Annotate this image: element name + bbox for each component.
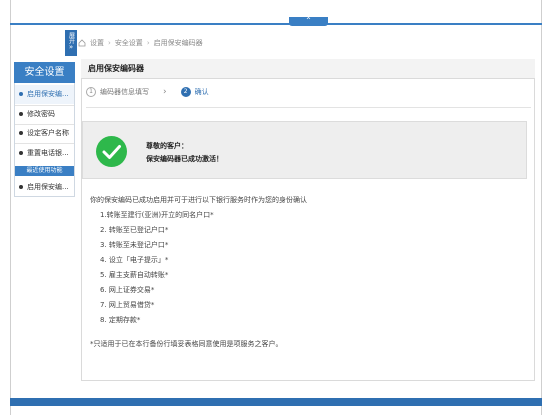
step-indicator: 1 编码器信息填写 › 2 确认 (86, 87, 209, 97)
step-2-number: 2 (180, 87, 191, 97)
sidebar-item-customer-name[interactable]: 设定客户名称 (15, 124, 74, 143)
sidebar-item-enable-token[interactable]: 启用保安编... (15, 85, 74, 104)
list-item: 2. 转账至已登记户口* (100, 226, 169, 234)
recent-item-enable-token[interactable]: 启用保安编... (15, 178, 74, 197)
sidebar-item-label: 启用保安编... (27, 90, 69, 98)
bullet-icon (19, 184, 23, 189)
chevron-right-icon: › (163, 87, 167, 97)
bullet-icon (19, 150, 23, 155)
list-item: 6. 网上证券交易* (100, 286, 155, 294)
success-text: 保安编码器已成功激活！ (146, 155, 223, 163)
service-list: 1.转账至建行(亚洲)开立的同名户口* 2. 转账至已登记户口* 3. 转账至未… (100, 208, 214, 328)
breadcrumb-separator: › (108, 39, 111, 47)
list-item: 4. 设立「电子提示」* (100, 256, 169, 264)
list-item: 3. 转账至未登记户口* (100, 241, 169, 249)
bullet-icon (19, 111, 23, 116)
list-item: 1.转账至建行(亚洲)开立的同名户口* (100, 211, 214, 219)
sidebar-title: 安全设置 (14, 62, 75, 83)
footnote-text: *只适用于已在本行备份行填妥表格同意使用是项服务之客户。 (90, 340, 283, 348)
breadcrumb-settings[interactable]: 设置 (90, 38, 104, 48)
expand-sidebar-tab[interactable]: 展开 » (65, 30, 77, 56)
home-icon[interactable] (78, 39, 86, 47)
bottom-bar (10, 398, 542, 406)
divider (86, 107, 531, 108)
collapse-top-button[interactable]: ⌃ (289, 17, 328, 26)
breadcrumb-separator: › (146, 39, 150, 47)
sidebar-item-reset-phone[interactable]: 重置电话银... (15, 144, 74, 163)
recent-item-label: 启用保安编... (27, 183, 69, 191)
chevron-up-icon: ⌃ (305, 16, 312, 25)
list-item: 7. 网上贸易借贷* (100, 301, 155, 309)
intro-text: 你的保安编码已成功启用并可于进行以下银行服务时作为您的身份确认 (90, 196, 307, 204)
double-chevron-icon: » (68, 43, 74, 51)
step-1-number: 1 (86, 87, 96, 97)
success-check-icon (96, 136, 127, 167)
page-title: 启用保安编码器 (88, 64, 144, 73)
list-item: 5. 雇主支薪自动转账* (100, 271, 169, 279)
recent-functions-header: 最近使用功能 (15, 166, 74, 176)
breadcrumb-security[interactable]: 安全设置 (115, 38, 143, 48)
breadcrumb-current: 启用保安编码器 (153, 39, 203, 47)
sidebar-item-label: 修改密码 (27, 110, 55, 118)
bullet-icon (19, 91, 23, 96)
list-item: 8. 定期存款* (100, 316, 141, 324)
sidebar-item-change-password[interactable]: 修改密码 (15, 105, 74, 124)
step-1-label: 编码器信息填写 (100, 88, 149, 96)
panel-header (81, 59, 535, 79)
greeting-text: 尊敬的客户： (146, 142, 188, 150)
sidebar-item-label: 设定客户名称 (27, 129, 69, 137)
breadcrumb: 设置 › 安全设置 › 启用保安编码器 (78, 38, 203, 48)
step-2-label: 确认 (194, 88, 209, 96)
bullet-icon (19, 130, 23, 135)
sidebar-item-label: 重置电话银... (27, 149, 69, 157)
top-rule (10, 23, 542, 25)
